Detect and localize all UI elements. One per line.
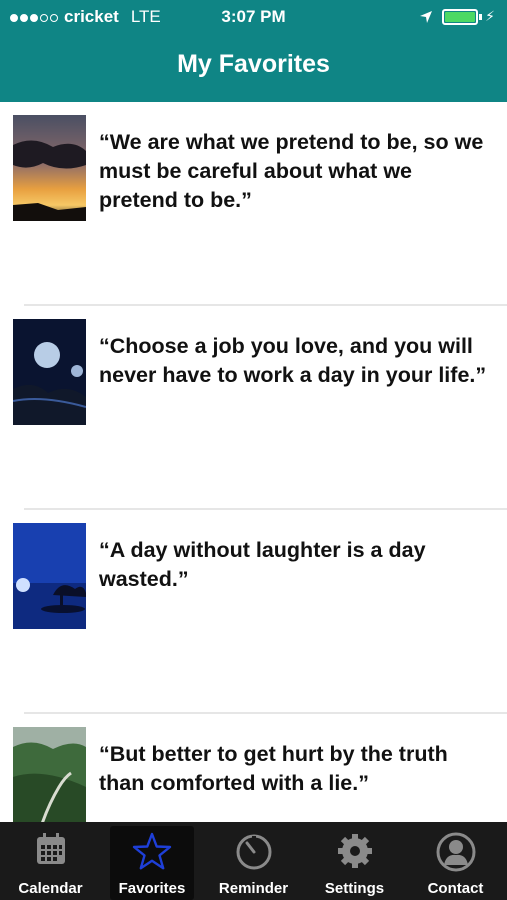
tab-settings[interactable]: Settings bbox=[304, 826, 405, 900]
status-bar: cricket LTE 3:07 PM ⚡ bbox=[0, 0, 507, 34]
charging-bolt-icon: ⚡ bbox=[485, 8, 495, 24]
location-arrow-icon bbox=[420, 10, 433, 23]
top-bar: cricket LTE 3:07 PM ⚡ My Favorites bbox=[0, 0, 507, 102]
tab-label: Reminder bbox=[218, 880, 289, 897]
person-icon bbox=[436, 832, 475, 872]
tab-favorites[interactable]: Favorites bbox=[110, 826, 194, 900]
tab-reminder[interactable]: Reminder bbox=[203, 826, 304, 900]
tab-label: Settings bbox=[324, 880, 385, 897]
battery-icon bbox=[442, 8, 479, 25]
blue-moon-tree-thumbnail bbox=[13, 523, 86, 629]
tab-contact[interactable]: Contact bbox=[405, 826, 506, 900]
quote-text: “Choose a job you love, and you will nev… bbox=[99, 334, 487, 387]
calendar-icon bbox=[36, 833, 65, 864]
quote-text: “A day without laughter is a day wasted.… bbox=[99, 538, 426, 591]
favorites-list[interactable]: “We are what we pretend to be, so we mus… bbox=[0, 102, 507, 822]
star-icon bbox=[132, 832, 172, 870]
favorite-item[interactable]: “But better to get hurt by the truth tha… bbox=[0, 714, 507, 822]
favorite-item[interactable]: “Choose a job you love, and you will nev… bbox=[0, 306, 507, 510]
tab-calendar[interactable]: Calendar bbox=[0, 826, 101, 900]
quote-text: “We are what we pretend to be, so we mus… bbox=[99, 130, 484, 212]
tab-bar: Calendar Favorites Reminder Settings Con… bbox=[0, 822, 507, 900]
tab-label: Favorites bbox=[118, 880, 186, 897]
favorite-item[interactable]: “We are what we pretend to be, so we mus… bbox=[0, 102, 507, 306]
gear-icon bbox=[337, 834, 372, 868]
quote-text: “But better to get hurt by the truth tha… bbox=[99, 742, 448, 795]
night-moons-thumbnail bbox=[13, 319, 86, 425]
tab-label: Calendar bbox=[18, 880, 83, 897]
page-title: My Favorites bbox=[177, 50, 330, 78]
green-valley-thumbnail bbox=[13, 727, 86, 822]
favorite-item[interactable]: “A day without laughter is a day wasted.… bbox=[0, 510, 507, 714]
timer-icon bbox=[236, 834, 271, 870]
sunset-thumbnail bbox=[13, 115, 86, 221]
tab-label: Contact bbox=[427, 880, 484, 897]
